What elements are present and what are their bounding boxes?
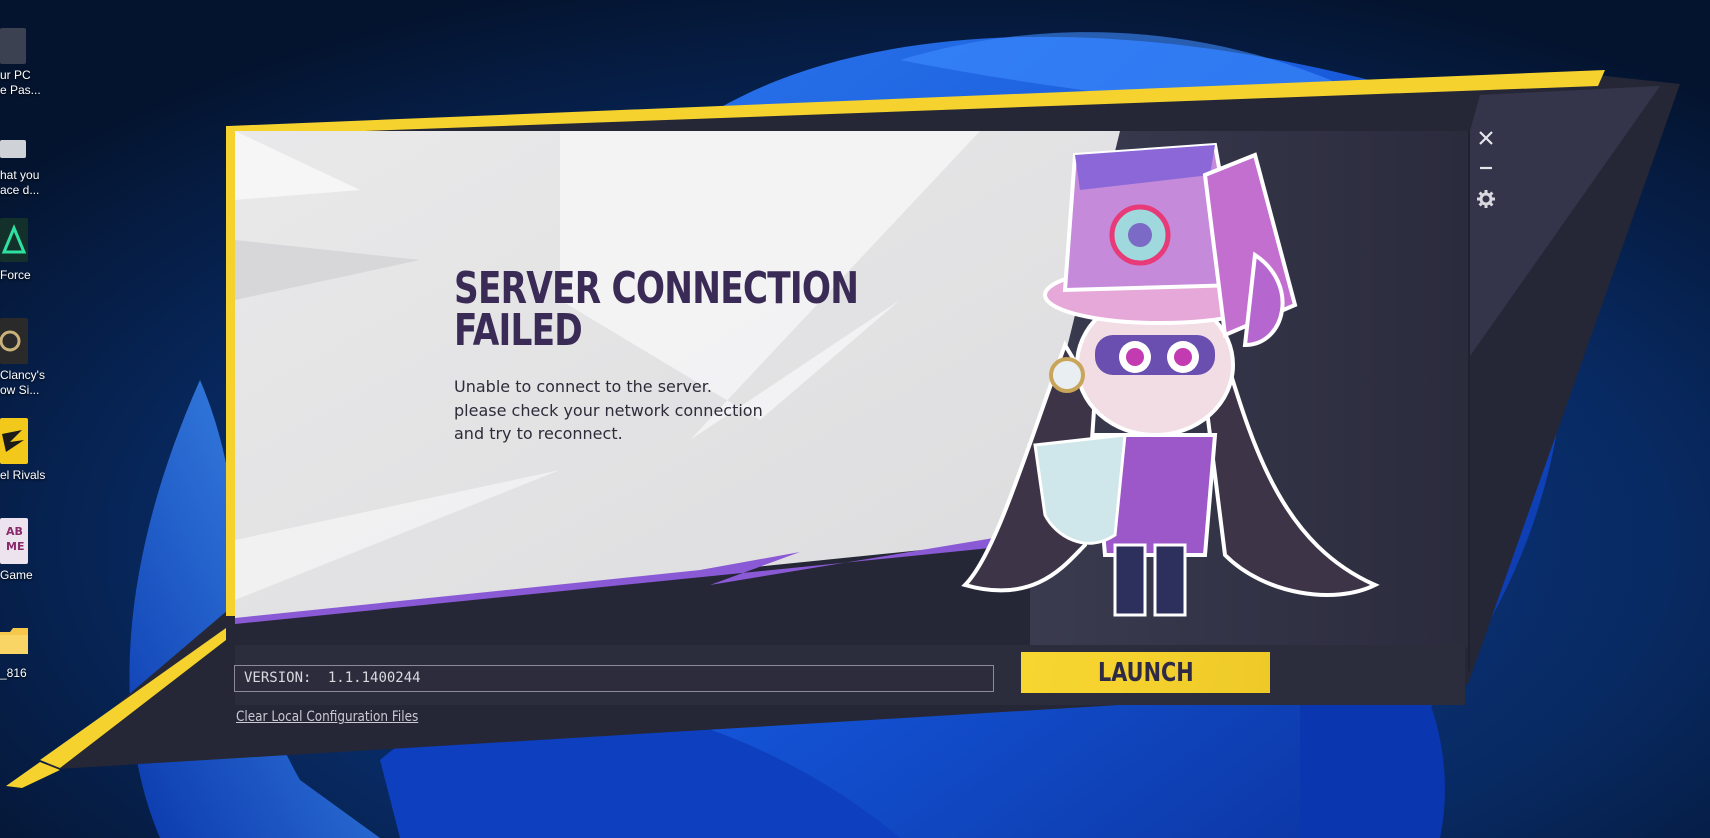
close-icon	[1479, 131, 1493, 145]
version-value: 1.1.1400244	[327, 670, 421, 686]
settings-button[interactable]	[1474, 187, 1498, 211]
error-message: Unable to connect to the server. please …	[454, 375, 834, 446]
error-title: SERVER CONNECTION FAILED	[454, 263, 859, 356]
character-illustration	[961, 142, 1380, 617]
minimize-icon	[1480, 166, 1492, 170]
error-message-line: and try to reconnect.	[454, 424, 623, 443]
version-field: VERSION: 1.1.1400244	[234, 665, 994, 692]
version-label: VERSION:	[244, 670, 312, 686]
error-message-line: please check your network connection	[454, 400, 763, 420]
clear-local-config-link[interactable]: Clear Local Configuration Files	[236, 709, 418, 725]
error-message-line: Unable to connect to the server.	[454, 377, 712, 396]
game-launcher-window: SERVER CONNECTION FAILED Unable to conne…	[0, 0, 1710, 838]
minimize-button[interactable]	[1474, 156, 1498, 180]
launch-button-label: LAUNCH	[1097, 657, 1194, 688]
launch-button[interactable]: LAUNCH	[1021, 652, 1270, 693]
close-button[interactable]	[1474, 126, 1498, 150]
gear-icon	[1477, 190, 1495, 208]
